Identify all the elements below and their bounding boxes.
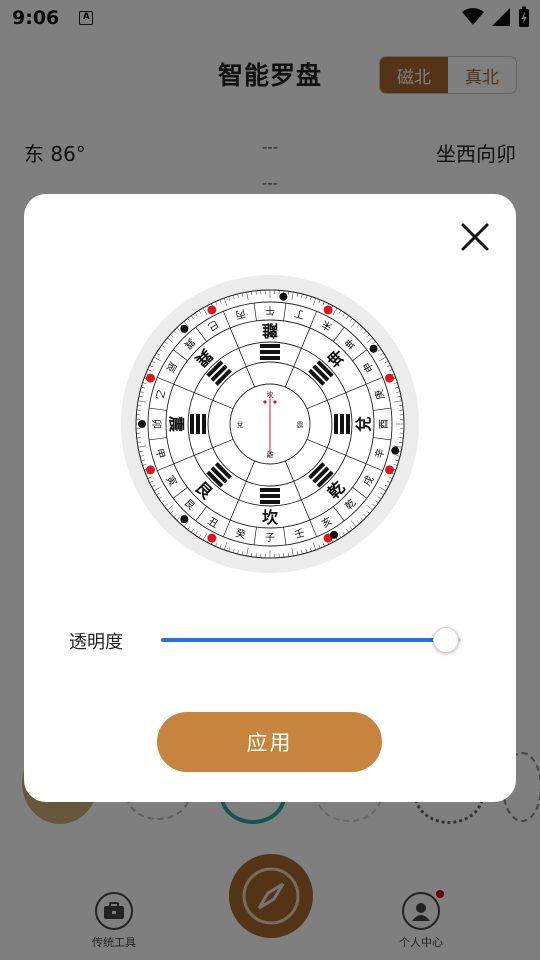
red-dot-marker: [384, 373, 394, 383]
trigram-name: 坎: [262, 508, 278, 527]
trigram-bar: [196, 414, 200, 434]
trigram-bar: [260, 488, 280, 492]
opacity-label: 透明度: [69, 632, 123, 653]
trigram-bar: [202, 414, 206, 434]
trigram-bar: [190, 414, 194, 434]
compass-dial: 子癸丑艮寅甲卯乙辰巽巳丙午丁未坤申庚酉辛戌乾亥壬坎艮震巽離坤兌乾坎震離兌: [121, 275, 419, 573]
mountain-label: 卯: [150, 419, 162, 429]
mountain-label: 子: [265, 532, 275, 544]
center-label: 震: [297, 421, 304, 429]
opacity-slider[interactable]: [161, 627, 461, 655]
needle-dot: [273, 400, 277, 404]
black-dot-marker: [180, 324, 189, 333]
trigram-bar: [334, 414, 338, 434]
trigram-bar: [340, 414, 344, 434]
trigram-name: 兌: [354, 416, 373, 432]
slider-thumb[interactable]: [433, 627, 459, 653]
trigram-bar: [260, 494, 280, 498]
black-dot-marker: [180, 515, 189, 524]
close-icon[interactable]: [458, 220, 492, 254]
trigram-bar: [346, 414, 350, 434]
red-dot-marker: [384, 465, 394, 475]
apply-button[interactable]: 应用: [157, 712, 382, 772]
center-label: 兌: [237, 420, 244, 429]
trigram-bar: [260, 356, 280, 360]
black-dot-marker: [138, 420, 146, 428]
red-dot-marker: [146, 465, 156, 475]
red-dot-marker: [207, 533, 217, 543]
needle-dot: [263, 400, 267, 404]
black-dot-marker: [330, 530, 338, 539]
compass-preview: 子癸丑艮寅甲卯乙辰巽巳丙午丁未坤申庚酉辛戌乾亥壬坎艮震巽離坤兌乾坎震離兌: [120, 274, 420, 574]
red-dot-marker: [323, 305, 333, 315]
slider-fill: [161, 638, 446, 642]
trigram-bar: [260, 350, 280, 354]
trigram-bar: [260, 500, 280, 504]
red-dot-marker: [207, 305, 217, 315]
black-dot-marker: [369, 344, 378, 353]
trigram-name: 震: [167, 415, 186, 433]
trigram-bar: [260, 344, 280, 348]
trigram-name: 離: [262, 321, 278, 340]
opacity-dialog: 子癸丑艮寅甲卯乙辰巽巳丙午丁未坤申庚酉辛戌乾亥壬坎艮震巽離坤兌乾坎震離兌 透明度…: [24, 194, 516, 802]
black-dot-marker: [279, 292, 288, 301]
red-dot-marker: [146, 373, 156, 383]
mountain-label: 酉: [379, 419, 390, 429]
mountain-label: 午: [265, 304, 275, 317]
black-dot-marker: [391, 446, 400, 455]
